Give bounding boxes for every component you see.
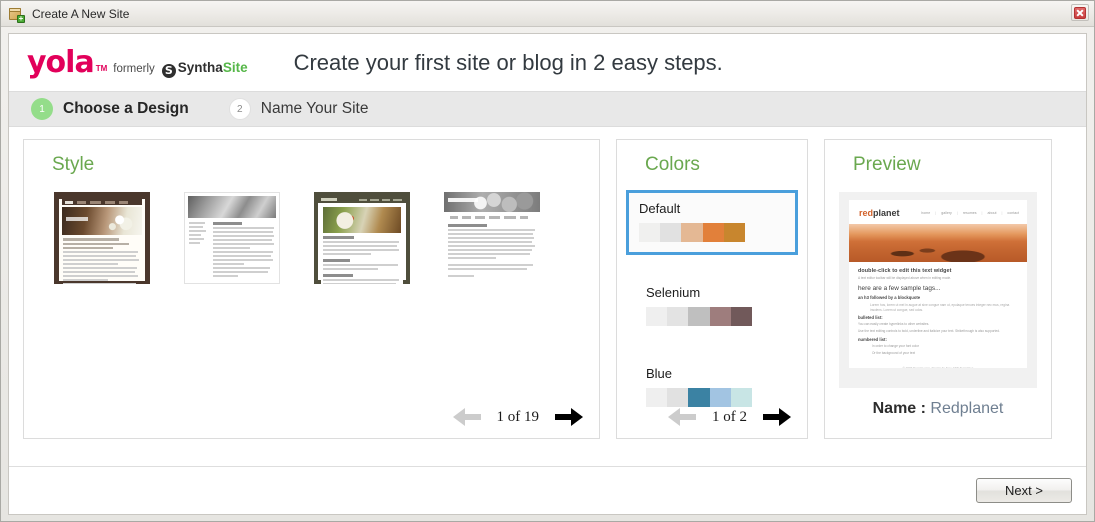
- preview-site-render: redplanet home | gallery | resumes | about |…: [849, 200, 1027, 368]
- preview-numbered-1: In order to change your font color: [872, 343, 919, 348]
- step-name-your-site[interactable]: 2 Name Your Site: [228, 98, 369, 120]
- theme-thumbnail-3[interactable]: [314, 192, 410, 284]
- dialog-content: Style 1 of 19 Colors Default Selenium Bl…: [9, 127, 1086, 466]
- next-button[interactable]: Next >: [976, 478, 1072, 503]
- step-choose-a-design[interactable]: 1 Choose a Design: [31, 98, 189, 120]
- synthasite-logo-icon: S: [161, 63, 176, 78]
- window-titlebar: + Create A New Site: [1, 1, 1094, 27]
- dialog-body: yola TM formerly S Syntha Site Create yo…: [8, 33, 1087, 515]
- site-wordmark: Site: [222, 59, 248, 75]
- arrow-right-icon[interactable]: [761, 408, 791, 426]
- close-icon[interactable]: [1071, 4, 1089, 21]
- colors-panel-title: Colors: [645, 154, 700, 175]
- preview-blockquote: Lorem hos, lorem ut mel in augue at sine…: [870, 302, 1010, 312]
- create-new-site-window: + Create A New Site yola TM formerly S S…: [0, 0, 1095, 522]
- trademark-mark: TM: [95, 63, 108, 73]
- page-title: Create your first site or blog in 2 easy…: [293, 49, 723, 75]
- theme-thumbnail-4[interactable]: [444, 192, 540, 284]
- dialog-header: yola TM formerly S Syntha Site Create yo…: [9, 34, 1086, 91]
- style-panel: Style 1 of 19: [23, 139, 600, 439]
- colors-pager-text: 1 of 2: [712, 408, 747, 425]
- preview-tags-heading: here are a few sample tags...: [858, 284, 941, 292]
- new-site-package-icon: +: [8, 6, 25, 23]
- color-scheme-blue-strip: [646, 388, 753, 407]
- window-title: Create A New Site: [32, 6, 130, 21]
- preview-site-nav: home | gallery | resumes | about | contact: [921, 211, 1019, 215]
- preview-frame: redplanet home | gallery | resumes | about |…: [839, 192, 1037, 388]
- dialog-footer: Next >: [9, 466, 1086, 514]
- step-1-number: 1: [31, 98, 53, 120]
- formerly-label: formerly: [113, 62, 155, 75]
- style-pager: 1 of 19: [452, 408, 583, 426]
- preview-name-label: Name :: [872, 400, 926, 417]
- arrow-right-icon[interactable]: [553, 408, 583, 426]
- preview-site-hero-image: [849, 224, 1027, 262]
- preview-panel-title: Preview: [853, 154, 921, 175]
- style-pager-text: 1 of 19: [496, 408, 540, 425]
- preview-site-footer: © 2007 Domain.com. Design by Free CSS Te…: [858, 356, 1018, 368]
- preview-subtext: A text editor toolbar will be displayed …: [858, 276, 952, 280]
- color-scheme-blue-label: Blue: [646, 366, 673, 381]
- step-indicator: 1 Choose a Design 2 Name Your Site: [9, 91, 1086, 127]
- arrow-left-icon[interactable]: [668, 408, 698, 426]
- syntha-wordmark: Syntha: [177, 59, 223, 75]
- yola-logo: yola TM formerly S Syntha Site: [27, 44, 248, 80]
- color-scheme-selenium-label: Selenium: [646, 285, 701, 300]
- color-scheme-selenium[interactable]: Selenium: [636, 277, 788, 336]
- step-2-number: 2: [228, 98, 251, 120]
- step-2-label: Name Your Site: [260, 100, 369, 117]
- theme-thumbnail-2[interactable]: [184, 192, 280, 284]
- colors-pager: 1 of 2: [668, 408, 791, 426]
- preview-text-widget-heading: double-click to edit this text widget: [858, 268, 952, 274]
- arrow-left-icon[interactable]: [452, 408, 483, 426]
- style-thumbnail-list: [24, 176, 599, 284]
- preview-site-brand: redplanet: [859, 208, 900, 218]
- preview-theme-name: Name : Redplanet: [825, 400, 1051, 418]
- preview-bullet-2: Use the text editing controls to bold, u…: [858, 329, 1000, 334]
- preview-name-value: Redplanet: [930, 400, 1004, 417]
- color-scheme-selenium-strip: [646, 307, 753, 326]
- preview-panel: Preview redplanet home | gallery | resumes…: [824, 139, 1052, 439]
- color-scheme-default-strip: [639, 223, 746, 242]
- yola-wordmark: yola: [27, 44, 95, 80]
- color-scheme-list: Default Selenium Blue: [617, 176, 807, 417]
- color-scheme-default-label: Default: [639, 201, 681, 216]
- preview-bulleted-label: bulleted list:: [858, 315, 883, 321]
- step-1-label: Choose a Design: [63, 100, 189, 117]
- preview-h3-line: an h3 followed by a blockquote: [858, 294, 921, 300]
- style-panel-title: Style: [52, 154, 95, 175]
- preview-bullet-1: You can easily create hyperlinks to othe…: [858, 322, 930, 327]
- theme-thumbnail-1[interactable]: [54, 192, 150, 284]
- colors-panel: Colors Default Selenium Blue 1 of 2: [616, 139, 808, 439]
- preview-numbered-label: numbered list:: [858, 336, 887, 342]
- color-scheme-default[interactable]: Default: [626, 190, 798, 255]
